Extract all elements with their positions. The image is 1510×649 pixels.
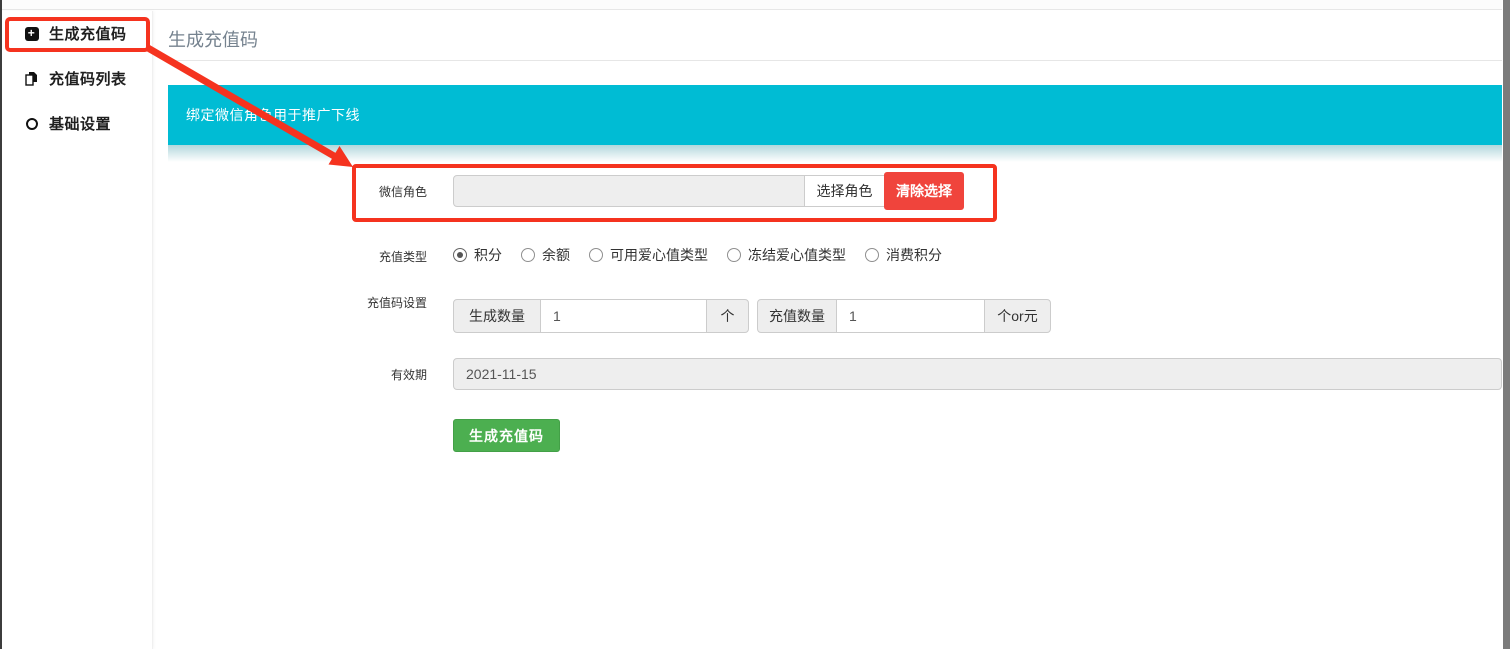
radio-option-balance[interactable]: 余额 [521,245,570,265]
circle-icon [24,116,39,131]
radio-option-points[interactable]: 积分 [453,245,502,265]
generate-quantity-addon: 生成数量 [453,299,541,333]
sidebar-item-label: 基础设置 [49,113,111,134]
radio-option-label: 可用爱心值类型 [610,245,708,265]
vertical-scrollbar[interactable] [1502,0,1510,649]
radio-dot[interactable] [453,248,467,262]
plus-square-icon: + [24,26,39,41]
recharge-type-options: 积分 余额 可用爱心值类型 冻结爱心值类型 消费积分 [453,245,942,265]
info-banner-text: 绑定微信角色用于推广下线 [186,105,360,125]
generate-code-submit-button[interactable]: 生成充值码 [453,419,560,452]
validity-label: 有效期 [168,366,427,383]
generate-quantity-unit: 个 [706,299,749,333]
sidebar-item-basic-settings[interactable]: 基础设置 [2,101,152,146]
sidebar-item-label: 生成充值码 [49,23,127,44]
radio-option-label: 消费积分 [886,245,942,265]
radio-option-available-love-value[interactable]: 可用爱心值类型 [589,245,708,265]
wechat-role-input[interactable] [453,175,805,207]
radio-option-label: 冻结爱心值类型 [748,245,846,265]
recharge-quantity-group: 充值数量 个or元 [757,299,1051,333]
radio-dot[interactable] [865,248,879,262]
copy-icon [24,71,39,86]
radio-dot[interactable] [521,248,535,262]
recharge-quantity-unit: 个or元 [984,299,1051,333]
radio-option-label: 积分 [474,245,502,265]
top-border-strip [0,0,1502,10]
sidebar-item-label: 充值码列表 [49,68,127,89]
radio-dot[interactable] [727,248,741,262]
sidebar-item-generate-code[interactable]: + 生成充值码 [2,11,152,56]
sidebar-item-code-list[interactable]: 充值码列表 [2,56,152,101]
sidebar: + 生成充值码 充值码列表 基础设置 [2,11,153,649]
recharge-type-label: 充值类型 [168,248,427,265]
radio-dot[interactable] [589,248,603,262]
clear-selection-button[interactable]: 清除选择 [884,172,964,210]
recharge-quantity-input[interactable] [836,299,985,333]
wechat-role-label: 微信角色 [168,183,427,200]
radio-option-consumption-points[interactable]: 消费积分 [865,245,942,265]
generate-quantity-group: 生成数量 个 [453,299,749,333]
code-settings-label: 充值码设置 [168,294,427,311]
window-left-edge [0,0,2,649]
recharge-quantity-addon: 充值数量 [757,299,837,333]
select-role-button[interactable]: 选择角色 [804,175,885,207]
title-divider [168,60,1502,61]
radio-option-label: 余额 [542,245,570,265]
generate-quantity-input[interactable] [540,299,707,333]
info-banner: 绑定微信角色用于推广下线 [168,85,1502,145]
validity-date-input[interactable] [453,358,1502,390]
page-title: 生成充值码 [168,26,258,52]
radio-option-frozen-love-value[interactable]: 冻结爱心值类型 [727,245,846,265]
